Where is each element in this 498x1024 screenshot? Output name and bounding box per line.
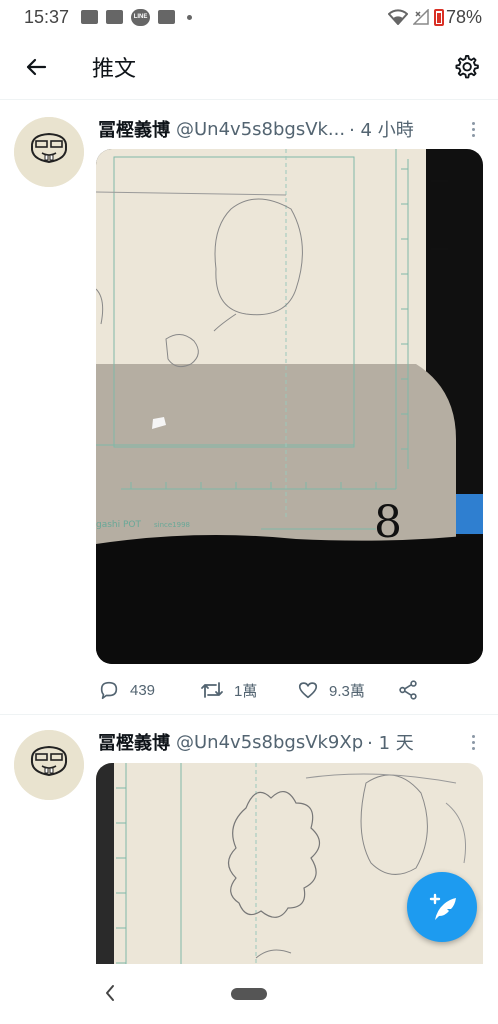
- back-button[interactable]: [16, 47, 56, 87]
- battery-icon: 78%: [433, 6, 482, 28]
- compose-tweet-button[interactable]: [407, 872, 477, 942]
- reply-button[interactable]: 439: [98, 679, 200, 701]
- author-name[interactable]: 冨樫義博: [98, 116, 170, 142]
- avatar-drawing: [14, 730, 84, 800]
- tweet-time[interactable]: · 4 小時: [349, 116, 414, 142]
- settings-button[interactable]: [448, 49, 484, 85]
- reply-icon: [100, 681, 118, 700]
- author-handle[interactable]: @Un4v5s8bgsVk9Xp: [176, 732, 363, 753]
- retweet-count: 1萬: [234, 682, 258, 700]
- notification-icons: LINE: [81, 8, 193, 26]
- status-time: 15:37: [24, 6, 70, 27]
- author-handle[interactable]: @Un4v5s8bgsVk...: [176, 119, 345, 140]
- share-icon: [399, 680, 417, 700]
- avatar[interactable]: [14, 117, 84, 187]
- photo-illustration: gashi POT since1998 8: [96, 149, 483, 664]
- share-button[interactable]: [397, 679, 419, 701]
- more-options-icon[interactable]: [464, 734, 482, 750]
- tweet-photo[interactable]: [96, 763, 483, 973]
- photo-brand-text: gashi POT: [96, 520, 141, 530]
- photo-since-text: since1998: [154, 521, 190, 529]
- reply-count: 439: [130, 681, 156, 699]
- tweet-time[interactable]: · 1 天: [367, 729, 414, 755]
- status-bar: 15:37 LINE 78%: [0, 0, 498, 34]
- avatar[interactable]: [14, 730, 84, 800]
- system-nav-bar: [0, 964, 498, 1024]
- mail-icon: [158, 10, 176, 24]
- battery-percent: 78%: [445, 6, 482, 27]
- tweet-actions: 439 1萬 9.3萬: [98, 678, 438, 702]
- gear-icon: [455, 54, 479, 78]
- heart-icon: [298, 682, 318, 699]
- nav-back-icon[interactable]: [98, 980, 122, 1006]
- home-gesture-pill[interactable]: [231, 988, 267, 1000]
- dot-icon: [187, 14, 193, 20]
- more-options-icon[interactable]: [464, 121, 482, 137]
- like-count: 9.3萬: [329, 682, 365, 700]
- photo-illustration: [96, 763, 483, 973]
- page-title: 推文: [92, 56, 137, 82]
- retweet-icon: [201, 682, 223, 698]
- arrow-left-icon: [26, 58, 47, 75]
- image-icon: [81, 10, 99, 24]
- tweet-photo[interactable]: gashi POT since1998 8: [96, 149, 483, 664]
- line-icon: LINE: [131, 8, 151, 26]
- photo-handwritten-number: 8: [374, 497, 402, 548]
- retweet-button[interactable]: 1萬: [200, 679, 297, 701]
- author-name[interactable]: 冨樫義博: [98, 729, 170, 755]
- signal-icon: [412, 9, 429, 25]
- feather-plus-icon: [429, 893, 456, 920]
- tweet-header: 冨樫義博 @Un4v5s8bgsVk9Xp · 1 天: [98, 729, 482, 755]
- news-icon: [106, 10, 124, 24]
- avatar-drawing: [14, 117, 84, 187]
- app-header: 推文: [0, 34, 498, 100]
- wifi-icon: [387, 9, 408, 25]
- tweet-card[interactable]: 冨樫義博 @Un4v5s8bgsVk... · 4 小時 gashi POT s…: [0, 101, 498, 715]
- like-button[interactable]: 9.3萬: [297, 679, 397, 701]
- tweet-header: 冨樫義博 @Un4v5s8bgsVk... · 4 小時: [98, 116, 482, 142]
